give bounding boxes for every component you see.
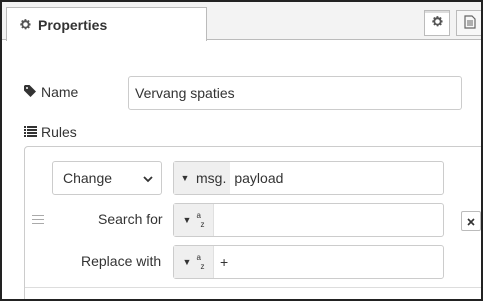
caret-down-icon: ▼	[180, 173, 190, 183]
string-type-icon: az	[196, 211, 205, 229]
node-description-button[interactable]	[456, 10, 481, 36]
name-label-text: Name	[41, 84, 79, 100]
caret-down-icon: ▼	[182, 215, 192, 225]
search-for-label: Search for	[98, 211, 163, 227]
close-icon	[467, 213, 475, 229]
tag-icon	[24, 84, 36, 100]
rule-target-value: payload	[234, 170, 284, 186]
name-input-value: Vervang spaties	[135, 85, 235, 101]
rules-label-text: Rules	[41, 124, 77, 140]
list-icon	[24, 124, 37, 140]
delete-rule-button[interactable]	[461, 211, 481, 231]
replace-with-label: Replace with	[81, 253, 162, 269]
replace-type-button[interactable]: ▼ az	[174, 246, 214, 278]
rules-list: Change ▼ msg. payload Search for ▼ az Re…	[24, 146, 481, 299]
search-type-button[interactable]: ▼ az	[174, 204, 214, 236]
replace-with-value: +	[220, 254, 229, 270]
edit-dialog: Properties Name Vervang spaties Rules Ch…	[0, 0, 483, 301]
divider	[25, 287, 481, 288]
rule-target-type-label: msg.	[196, 162, 231, 194]
rule-target-input[interactable]: ▼ msg. payload	[173, 161, 444, 195]
rule-target-type-button[interactable]: ▼	[174, 162, 196, 194]
name-input[interactable]: Vervang spaties	[128, 76, 462, 110]
node-properties-button[interactable]	[424, 10, 450, 36]
search-for-input[interactable]: ▼ az	[173, 203, 444, 237]
tab-properties[interactable]: Properties	[6, 7, 207, 41]
rules-label: Rules	[24, 124, 77, 140]
tab-properties-label: Properties	[38, 16, 108, 33]
tab-bar: Properties	[2, 2, 481, 41]
rule-action-select[interactable]: Change	[52, 161, 162, 195]
chevron-down-icon	[143, 170, 153, 186]
document-icon	[464, 14, 476, 32]
drag-handle[interactable]	[32, 215, 44, 227]
caret-down-icon: ▼	[182, 257, 192, 267]
rule-action-value: Change	[63, 170, 113, 186]
rule-item: Change ▼ msg. payload Search for ▼ az Re…	[25, 147, 481, 287]
replace-with-input[interactable]: ▼ az +	[173, 245, 444, 279]
name-label: Name	[24, 84, 78, 100]
gear-icon	[431, 15, 444, 31]
string-type-icon: az	[196, 253, 205, 271]
gear-icon	[19, 18, 32, 31]
